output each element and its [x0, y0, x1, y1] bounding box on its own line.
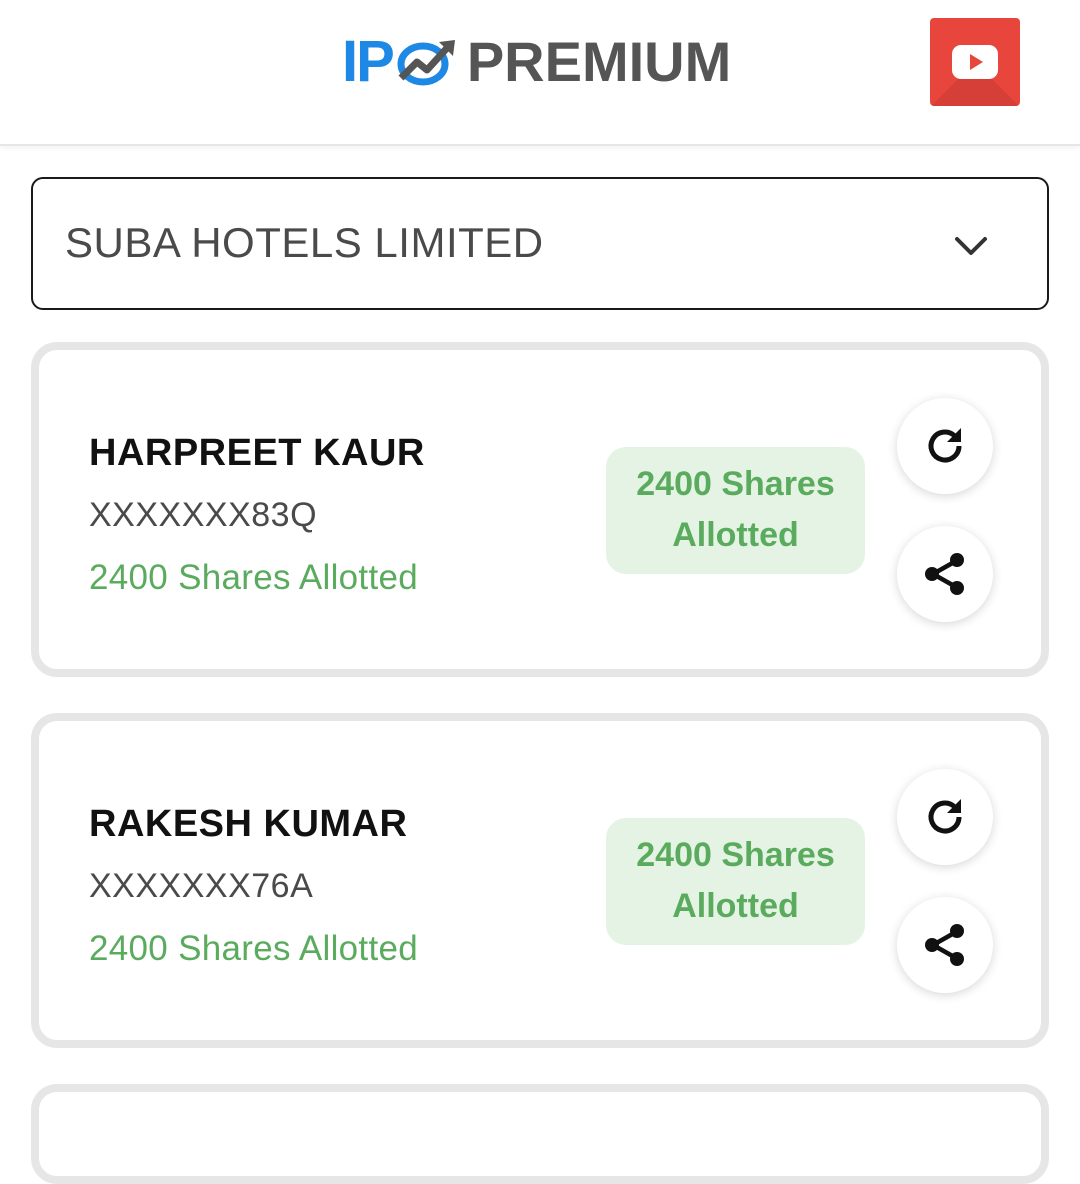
- applicant-name: HARPREET KAUR: [89, 432, 425, 474]
- share-icon: [925, 924, 964, 966]
- applicant-name: RAKESH KUMAR: [89, 803, 408, 845]
- refresh-button[interactable]: [897, 398, 993, 494]
- badge-line-2: Allotted: [672, 887, 799, 925]
- share-icon: [925, 553, 964, 595]
- share-button[interactable]: [897, 526, 993, 622]
- youtube-icon: [952, 45, 998, 79]
- logo-ip-text: IP: [342, 29, 395, 94]
- allotment-status-text: 2400 Shares Allotted: [89, 558, 419, 597]
- badge-line-1: 2400 Shares: [636, 465, 835, 503]
- allotment-status-badge: 2400 Shares Allotted: [606, 447, 865, 574]
- logo-premium-text: PREMIUM: [466, 30, 732, 93]
- applicant-pan: XXXXXXX83Q: [89, 496, 318, 534]
- chevron-down-icon: [955, 237, 987, 255]
- applicant-pan: XXXXXXX76A: [89, 867, 314, 905]
- refresh-icon: [928, 799, 962, 834]
- app-logo: IP PREMIUM: [342, 30, 731, 94]
- ipo-select-dropdown[interactable]: SUBA HOTELS LIMITED: [31, 177, 1049, 310]
- allotment-card: HARPREET KAUR XXXXXXX83Q 2400 Shares All…: [31, 342, 1049, 677]
- allotment-card: RAKESH KUMAR XXXXXXX76A 2400 Shares Allo…: [31, 713, 1049, 1048]
- share-button[interactable]: [897, 897, 993, 993]
- refresh-button[interactable]: [897, 769, 993, 865]
- ipo-select-value: SUBA HOTELS LIMITED: [65, 219, 544, 266]
- badge-line-1: 2400 Shares: [636, 836, 835, 874]
- badge-line-2: Allotted: [672, 516, 799, 554]
- refresh-icon: [928, 428, 962, 463]
- allotment-status-badge: 2400 Shares Allotted: [606, 818, 865, 945]
- allotment-status-text: 2400 Shares Allotted: [89, 929, 419, 968]
- allotment-card: [31, 1084, 1049, 1184]
- growth-arrow-icon: [397, 40, 455, 86]
- youtube-button[interactable]: [930, 18, 1020, 106]
- app-header: IP PREMIUM: [0, 0, 1080, 146]
- play-icon: [970, 54, 983, 70]
